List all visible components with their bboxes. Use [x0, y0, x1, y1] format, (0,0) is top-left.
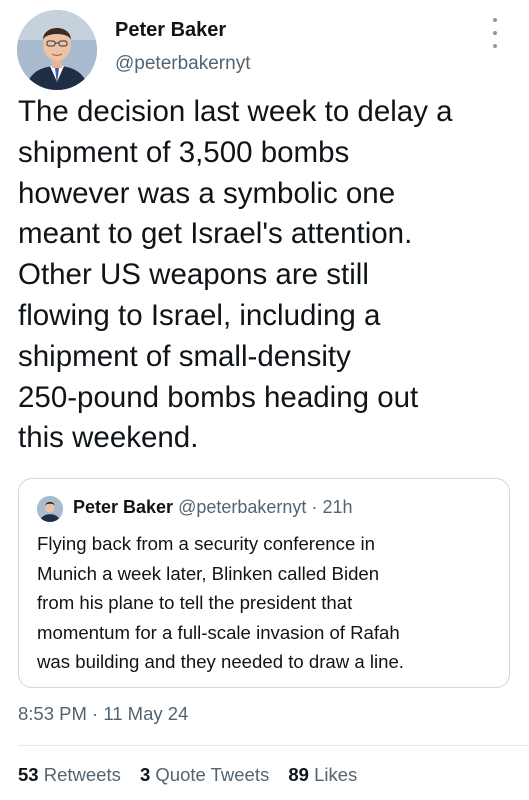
likes-stat[interactable]: 89 Likes — [288, 764, 357, 785]
more-dot — [493, 44, 497, 48]
retweets-count: 53 — [18, 764, 39, 785]
quoted-age: 21h — [322, 497, 353, 517]
quoted-tweet-card[interactable]: Peter Baker @peterbakernyt · 21h Flying … — [18, 478, 510, 688]
likes-label: Likes — [314, 764, 358, 785]
quotes-label: Quote Tweets — [155, 764, 270, 785]
quoted-author-name: Peter Baker — [73, 497, 174, 517]
retweets-stat[interactable]: 53 Retweets — [18, 764, 121, 785]
quotes-stat[interactable]: 3 Quote Tweets — [140, 764, 269, 785]
engagement-stats: 53 Retweets 3 Quote Tweets 89 Likes — [18, 764, 371, 786]
quoted-author-avatar — [37, 496, 63, 522]
quoted-tweet-header: Peter Baker @peterbakernyt · 21h — [73, 497, 352, 518]
more-dot — [493, 18, 497, 22]
author-name[interactable]: Peter Baker — [115, 19, 226, 42]
author-handle[interactable]: @peterbakernyt — [115, 53, 250, 75]
divider — [18, 745, 529, 746]
quoted-tweet-text: Flying back from a security conference i… — [37, 533, 404, 672]
more-vertical-icon[interactable] — [488, 18, 502, 48]
likes-count: 89 — [288, 764, 309, 785]
quoted-separator: · — [306, 497, 323, 517]
tweet-text: The decision last week to delay a shipme… — [18, 95, 453, 455]
more-dot — [493, 31, 497, 35]
tweet-timestamp[interactable]: 8:53 PM · 11 May 24 — [18, 703, 188, 725]
quoted-author-handle: @peterbakernyt — [178, 497, 307, 517]
author-avatar[interactable] — [17, 10, 97, 90]
quotes-count: 3 — [139, 764, 151, 785]
retweets-label: Retweets — [43, 764, 121, 785]
